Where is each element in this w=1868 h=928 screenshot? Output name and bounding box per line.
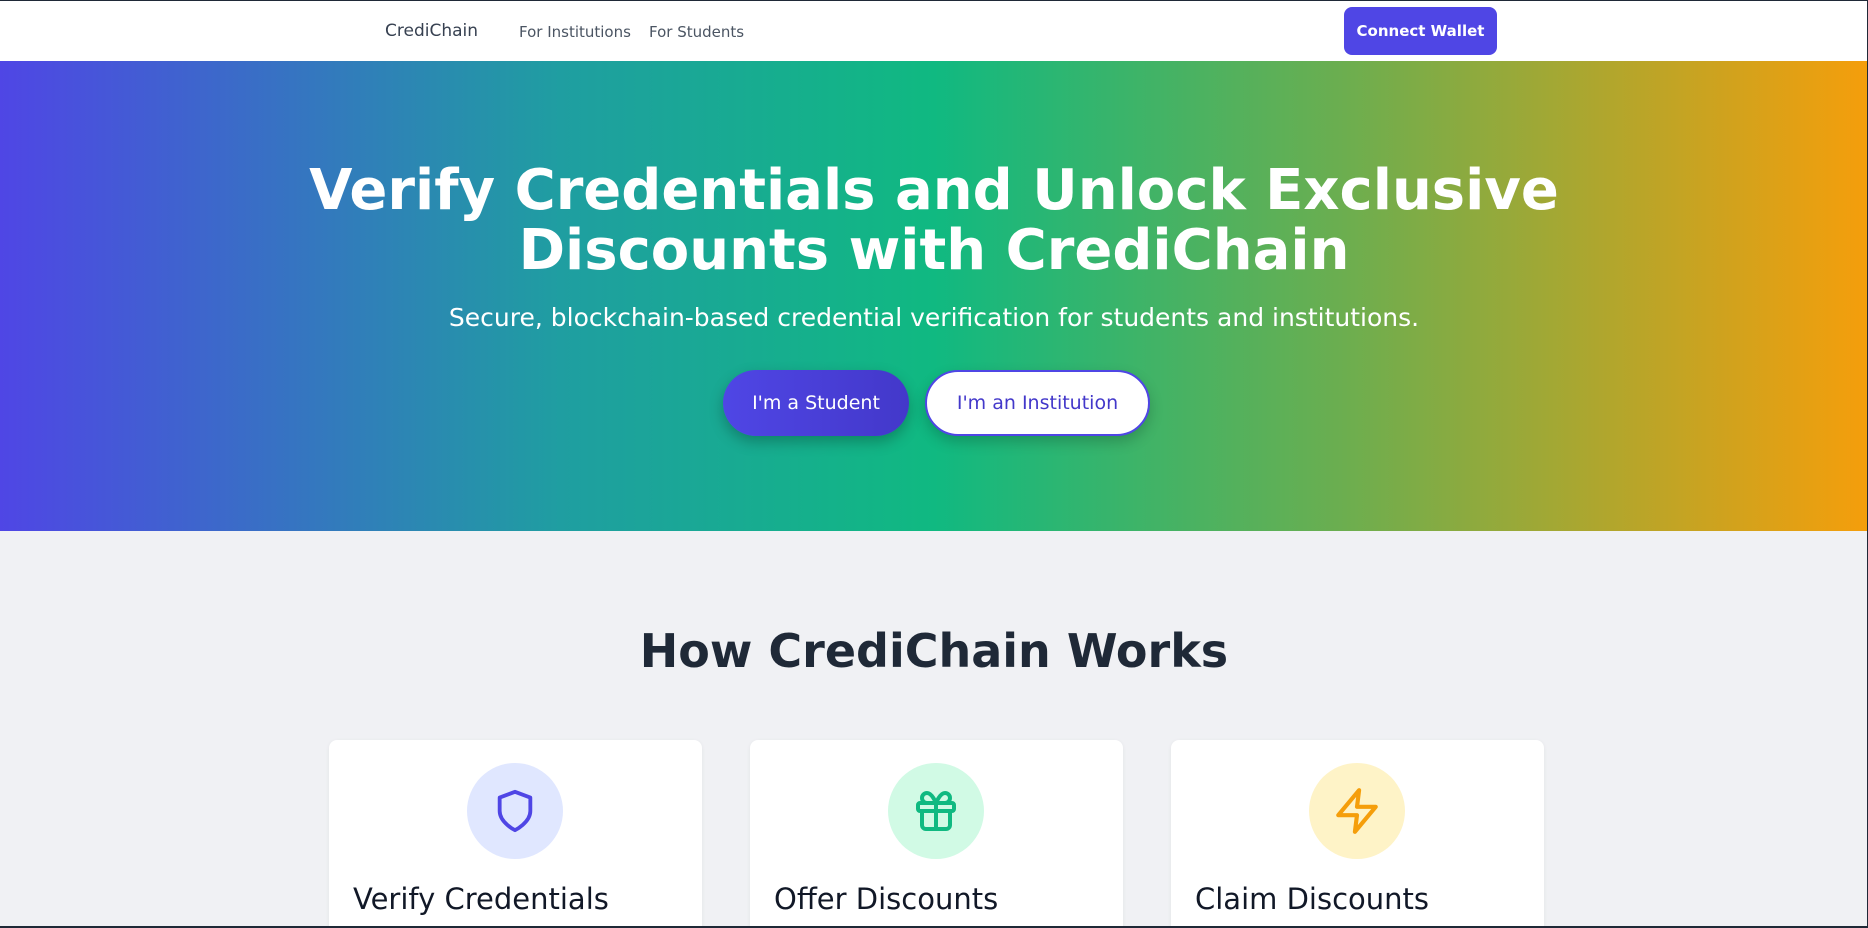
nav-link-institutions[interactable]: For Institutions xyxy=(519,23,631,41)
hero-title-line-1: Verify Credentials and Unlock Exclusive xyxy=(309,158,1559,223)
feature-card-verify: Verify Credentials xyxy=(329,740,702,928)
page: CrediChain For Institutions For Students… xyxy=(0,0,1868,928)
nav-link-students[interactable]: For Students xyxy=(649,23,744,41)
shield-icon xyxy=(467,763,563,859)
feature-card-title: Offer Discounts xyxy=(774,882,999,916)
feature-card-title: Verify Credentials xyxy=(353,882,609,916)
feature-card-offer: Offer Discounts xyxy=(750,740,1123,928)
feature-card-title: Claim Discounts xyxy=(1195,882,1430,916)
hero-subtitle: Secure, blockchain-based credential veri… xyxy=(448,303,1420,332)
institution-button[interactable]: I'm an Institution xyxy=(925,370,1150,436)
student-button[interactable]: I'm a Student xyxy=(723,370,909,436)
gift-icon xyxy=(888,763,984,859)
hero-section: Verify Credentials and Unlock Exclusive … xyxy=(0,61,1868,531)
feature-card-claim: Claim Discounts xyxy=(1171,740,1544,928)
hero-title: Verify Credentials and Unlock Exclusive … xyxy=(0,161,1868,281)
lightning-icon xyxy=(1309,763,1405,859)
brand-logo[interactable]: CrediChain xyxy=(385,21,478,41)
how-it-works-title: How CrediChain Works xyxy=(639,624,1229,678)
connect-wallet-button[interactable]: Connect Wallet xyxy=(1344,7,1497,55)
hero-title-line-2: Discounts with CrediChain xyxy=(518,218,1350,283)
navbar: CrediChain For Institutions For Students… xyxy=(0,1,1868,61)
